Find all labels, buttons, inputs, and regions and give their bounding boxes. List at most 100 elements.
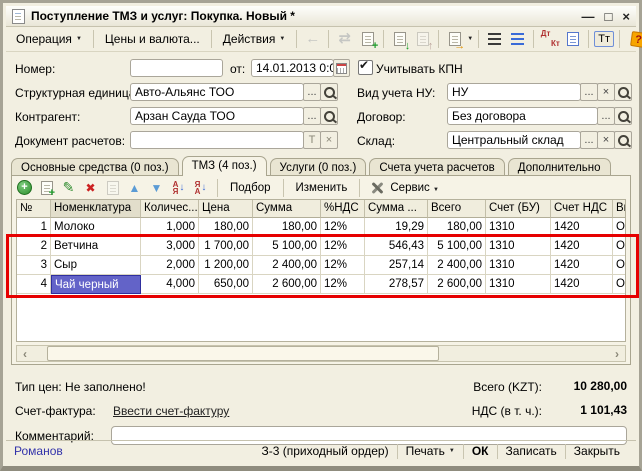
contract-select-button[interactable]: ... bbox=[597, 107, 615, 125]
header-cell[interactable]: Счет НДС bbox=[551, 200, 613, 218]
close-form-button[interactable]: Закрыть bbox=[566, 443, 628, 459]
header-cell[interactable]: Счет (БУ) bbox=[486, 200, 551, 218]
cell[interactable]: 5 100,00 bbox=[253, 237, 321, 256]
date-field[interactable]: 14.01.2013 0:00:00 bbox=[251, 59, 334, 77]
cell[interactable]: Обл bbox=[613, 237, 626, 256]
structural-unit-select-button[interactable]: ... bbox=[303, 83, 321, 101]
goto-icon[interactable]: → bbox=[444, 29, 465, 49]
warehouse-open-button[interactable] bbox=[614, 131, 632, 149]
debit-credit-icon[interactable]: ДтКт bbox=[539, 29, 560, 49]
close-button[interactable]: × bbox=[622, 9, 630, 24]
cell[interactable]: Молоко bbox=[51, 218, 141, 237]
cell[interactable]: 3,000 bbox=[141, 237, 199, 256]
cell[interactable]: 1310 bbox=[486, 237, 551, 256]
cell[interactable]: 12% bbox=[321, 237, 365, 256]
text-settings-button[interactable]: Тт bbox=[594, 31, 614, 47]
header-cell[interactable]: Цена bbox=[199, 200, 253, 218]
nu-clear-button[interactable]: × bbox=[597, 83, 615, 101]
cell[interactable]: 2 400,00 bbox=[428, 256, 486, 275]
nu-open-button[interactable] bbox=[614, 83, 632, 101]
cell[interactable]: 257,14 bbox=[365, 256, 428, 275]
nu-select-button[interactable]: ... bbox=[580, 83, 598, 101]
structural-unit-field[interactable]: Авто-Альянс ТОО bbox=[130, 83, 304, 101]
cell[interactable]: 5 100,00 bbox=[428, 237, 486, 256]
copy-row-icon[interactable]: + bbox=[38, 179, 55, 196]
kpn-checkbox[interactable]: ✔ bbox=[358, 60, 373, 75]
settlement-doc-clear-button[interactable]: × bbox=[320, 131, 338, 149]
header-cell[interactable]: Всего bbox=[428, 200, 486, 218]
header-cell[interactable]: Вид bbox=[613, 200, 626, 218]
counterparty-select-button[interactable]: ... bbox=[303, 107, 321, 125]
cell[interactable]: 2 400,00 bbox=[253, 256, 321, 275]
cell[interactable]: 12% bbox=[321, 256, 365, 275]
warehouse-clear-button[interactable]: × bbox=[597, 131, 615, 149]
settlement-doc-field[interactable] bbox=[130, 131, 304, 149]
warehouse-field[interactable]: Центральный склад bbox=[447, 131, 581, 149]
cell[interactable]: 180,00 bbox=[428, 218, 486, 237]
tab-2[interactable]: Услуги (0 поз.) bbox=[270, 158, 367, 176]
cell[interactable]: 2 600,00 bbox=[428, 275, 486, 294]
prices-currency-button[interactable]: Цены и валюта... bbox=[99, 29, 206, 49]
tab-1[interactable]: ТМЗ (4 поз.) bbox=[182, 156, 267, 176]
tab-4[interactable]: Дополнительно bbox=[508, 158, 611, 176]
cell[interactable]: 1,000 bbox=[141, 218, 199, 237]
move-down-icon[interactable]: ▼ bbox=[148, 179, 165, 196]
move-up-icon[interactable]: ▲ bbox=[126, 179, 143, 196]
ok-button[interactable]: ОК bbox=[464, 443, 497, 459]
scroll-right-icon[interactable]: › bbox=[609, 346, 625, 361]
header-cell[interactable]: Сумма ... bbox=[365, 200, 428, 218]
cell[interactable]: 1420 bbox=[551, 237, 613, 256]
cell[interactable]: 3 bbox=[17, 256, 51, 275]
calendar-button[interactable] bbox=[333, 59, 350, 77]
settings-list-icon[interactable] bbox=[507, 29, 528, 49]
cell[interactable]: 1 200,00 bbox=[199, 256, 253, 275]
report-icon[interactable] bbox=[562, 29, 583, 49]
cell[interactable]: 546,43 bbox=[365, 237, 428, 256]
tab-0[interactable]: Основные средства (0 поз.) bbox=[11, 158, 179, 176]
edit-button[interactable]: Изменить bbox=[292, 181, 352, 195]
number-field[interactable] bbox=[130, 59, 223, 77]
cell[interactable]: Обл bbox=[613, 218, 626, 237]
cell[interactable]: 2,000 bbox=[141, 256, 199, 275]
scrollbar-track[interactable] bbox=[33, 346, 609, 361]
cell[interactable]: 2 600,00 bbox=[253, 275, 321, 294]
cell[interactable]: 1 bbox=[17, 218, 51, 237]
horizontal-scrollbar[interactable]: ‹ › bbox=[16, 345, 626, 362]
counterparty-field[interactable]: Арзан Сауда ТОО bbox=[130, 107, 304, 125]
scroll-left-icon[interactable]: ‹ bbox=[17, 346, 33, 361]
document-structure-icon[interactable] bbox=[484, 29, 505, 49]
cell[interactable]: 1310 bbox=[486, 275, 551, 294]
nu-field[interactable]: НУ bbox=[447, 83, 581, 101]
cell[interactable]: Сыр bbox=[51, 256, 141, 275]
maximize-button[interactable]: □ bbox=[605, 9, 613, 24]
cell[interactable]: 650,00 bbox=[199, 275, 253, 294]
service-button[interactable]: Сервис ▼ bbox=[386, 181, 443, 195]
cell[interactable]: 180,00 bbox=[199, 218, 253, 237]
header-cell[interactable]: Сумма bbox=[253, 200, 321, 218]
copy-document-icon[interactable]: + bbox=[357, 29, 378, 49]
cell[interactable]: 12% bbox=[321, 218, 365, 237]
cell[interactable]: 1420 bbox=[551, 275, 613, 294]
scrollbar-thumb[interactable] bbox=[47, 346, 439, 361]
service-icon[interactable] bbox=[368, 179, 385, 196]
delete-row-icon[interactable]: ✖ bbox=[82, 179, 99, 196]
settlement-doc-type-button[interactable]: Т bbox=[303, 131, 321, 149]
cell[interactable]: Обл bbox=[613, 256, 626, 275]
contract-open-button[interactable] bbox=[614, 107, 632, 125]
header-cell[interactable]: Количес... bbox=[141, 200, 199, 218]
cell[interactable]: 1310 bbox=[486, 218, 551, 237]
cell[interactable]: Чай черный bbox=[51, 275, 141, 294]
order-form-button[interactable]: З-3 (приходный ордер) bbox=[253, 443, 396, 459]
cell[interactable]: 19,29 bbox=[365, 218, 428, 237]
header-cell[interactable]: № bbox=[17, 200, 51, 218]
sort-desc-icon[interactable]: ЯА↓ bbox=[192, 179, 209, 196]
operation-menu-button[interactable]: Операция ▼ bbox=[10, 29, 88, 49]
sort-asc-icon[interactable]: АЯ↓ bbox=[170, 179, 187, 196]
cell[interactable]: 4 bbox=[17, 275, 51, 294]
add-row-icon[interactable]: + bbox=[16, 179, 33, 196]
counterparty-open-button[interactable] bbox=[320, 107, 338, 125]
warehouse-select-button[interactable]: ... bbox=[580, 131, 598, 149]
cell[interactable]: 12% bbox=[321, 275, 365, 294]
cell[interactable]: 180,00 bbox=[253, 218, 321, 237]
contract-field[interactable]: Без договора bbox=[447, 107, 598, 125]
